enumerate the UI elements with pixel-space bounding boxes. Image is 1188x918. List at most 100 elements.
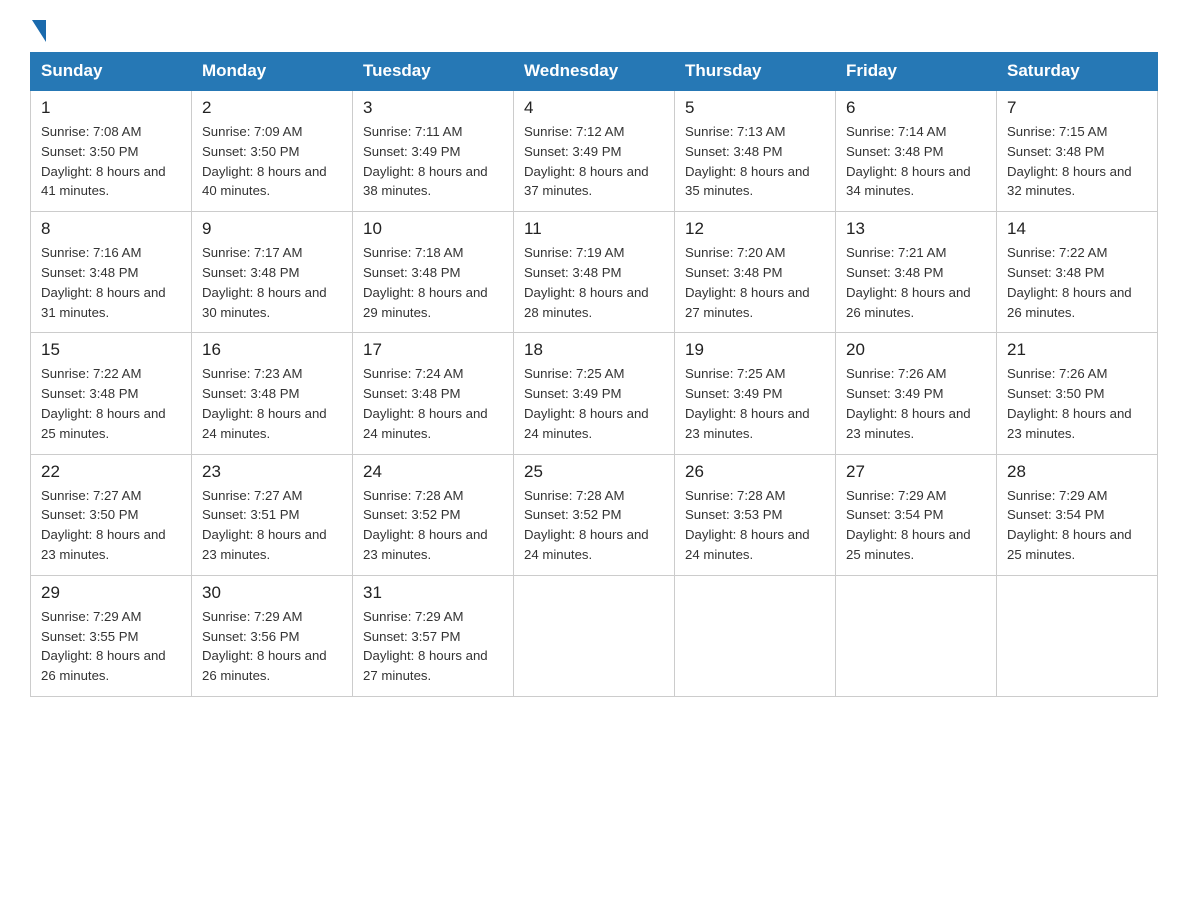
calendar-cell: 9 Sunrise: 7:17 AMSunset: 3:48 PMDayligh… (192, 212, 353, 333)
day-number: 27 (846, 462, 986, 482)
day-info: Sunrise: 7:27 AMSunset: 3:50 PMDaylight:… (41, 488, 166, 562)
calendar-cell: 6 Sunrise: 7:14 AMSunset: 3:48 PMDayligh… (836, 90, 997, 212)
day-info: Sunrise: 7:11 AMSunset: 3:49 PMDaylight:… (363, 124, 488, 198)
calendar-cell (836, 575, 997, 696)
calendar-cell: 25 Sunrise: 7:28 AMSunset: 3:52 PMDaylig… (514, 454, 675, 575)
day-info: Sunrise: 7:16 AMSunset: 3:48 PMDaylight:… (41, 245, 166, 319)
day-info: Sunrise: 7:18 AMSunset: 3:48 PMDaylight:… (363, 245, 488, 319)
calendar-cell (514, 575, 675, 696)
calendar-week-row: 29 Sunrise: 7:29 AMSunset: 3:55 PMDaylig… (31, 575, 1158, 696)
day-info: Sunrise: 7:27 AMSunset: 3:51 PMDaylight:… (202, 488, 327, 562)
calendar-table: SundayMondayTuesdayWednesdayThursdayFrid… (30, 52, 1158, 697)
calendar-header-friday: Friday (836, 53, 997, 91)
calendar-cell: 5 Sunrise: 7:13 AMSunset: 3:48 PMDayligh… (675, 90, 836, 212)
day-number: 22 (41, 462, 181, 482)
day-number: 19 (685, 340, 825, 360)
calendar-cell: 27 Sunrise: 7:29 AMSunset: 3:54 PMDaylig… (836, 454, 997, 575)
calendar-cell: 19 Sunrise: 7:25 AMSunset: 3:49 PMDaylig… (675, 333, 836, 454)
calendar-header-tuesday: Tuesday (353, 53, 514, 91)
day-info: Sunrise: 7:29 AMSunset: 3:54 PMDaylight:… (846, 488, 971, 562)
calendar-header-monday: Monday (192, 53, 353, 91)
calendar-cell: 12 Sunrise: 7:20 AMSunset: 3:48 PMDaylig… (675, 212, 836, 333)
day-number: 1 (41, 98, 181, 118)
day-number: 5 (685, 98, 825, 118)
day-info: Sunrise: 7:13 AMSunset: 3:48 PMDaylight:… (685, 124, 810, 198)
day-info: Sunrise: 7:21 AMSunset: 3:48 PMDaylight:… (846, 245, 971, 319)
day-info: Sunrise: 7:23 AMSunset: 3:48 PMDaylight:… (202, 366, 327, 440)
day-number: 9 (202, 219, 342, 239)
calendar-cell: 31 Sunrise: 7:29 AMSunset: 3:57 PMDaylig… (353, 575, 514, 696)
day-number: 13 (846, 219, 986, 239)
day-info: Sunrise: 7:25 AMSunset: 3:49 PMDaylight:… (524, 366, 649, 440)
day-number: 28 (1007, 462, 1147, 482)
calendar-cell: 24 Sunrise: 7:28 AMSunset: 3:52 PMDaylig… (353, 454, 514, 575)
day-info: Sunrise: 7:22 AMSunset: 3:48 PMDaylight:… (1007, 245, 1132, 319)
calendar-cell: 7 Sunrise: 7:15 AMSunset: 3:48 PMDayligh… (997, 90, 1158, 212)
day-info: Sunrise: 7:15 AMSunset: 3:48 PMDaylight:… (1007, 124, 1132, 198)
day-info: Sunrise: 7:14 AMSunset: 3:48 PMDaylight:… (846, 124, 971, 198)
day-number: 7 (1007, 98, 1147, 118)
day-info: Sunrise: 7:22 AMSunset: 3:48 PMDaylight:… (41, 366, 166, 440)
calendar-cell: 29 Sunrise: 7:29 AMSunset: 3:55 PMDaylig… (31, 575, 192, 696)
calendar-cell: 26 Sunrise: 7:28 AMSunset: 3:53 PMDaylig… (675, 454, 836, 575)
day-number: 24 (363, 462, 503, 482)
calendar-cell: 18 Sunrise: 7:25 AMSunset: 3:49 PMDaylig… (514, 333, 675, 454)
calendar-cell: 14 Sunrise: 7:22 AMSunset: 3:48 PMDaylig… (997, 212, 1158, 333)
calendar-cell: 11 Sunrise: 7:19 AMSunset: 3:48 PMDaylig… (514, 212, 675, 333)
day-number: 16 (202, 340, 342, 360)
day-number: 11 (524, 219, 664, 239)
day-number: 3 (363, 98, 503, 118)
day-info: Sunrise: 7:29 AMSunset: 3:55 PMDaylight:… (41, 609, 166, 683)
calendar-header-wednesday: Wednesday (514, 53, 675, 91)
calendar-cell: 4 Sunrise: 7:12 AMSunset: 3:49 PMDayligh… (514, 90, 675, 212)
day-info: Sunrise: 7:25 AMSunset: 3:49 PMDaylight:… (685, 366, 810, 440)
day-number: 12 (685, 219, 825, 239)
day-info: Sunrise: 7:20 AMSunset: 3:48 PMDaylight:… (685, 245, 810, 319)
logo (30, 20, 46, 42)
calendar-cell: 20 Sunrise: 7:26 AMSunset: 3:49 PMDaylig… (836, 333, 997, 454)
day-number: 23 (202, 462, 342, 482)
page-header (30, 20, 1158, 42)
calendar-cell: 30 Sunrise: 7:29 AMSunset: 3:56 PMDaylig… (192, 575, 353, 696)
day-info: Sunrise: 7:29 AMSunset: 3:57 PMDaylight:… (363, 609, 488, 683)
day-info: Sunrise: 7:28 AMSunset: 3:52 PMDaylight:… (524, 488, 649, 562)
day-number: 31 (363, 583, 503, 603)
day-info: Sunrise: 7:12 AMSunset: 3:49 PMDaylight:… (524, 124, 649, 198)
calendar-cell: 3 Sunrise: 7:11 AMSunset: 3:49 PMDayligh… (353, 90, 514, 212)
day-number: 14 (1007, 219, 1147, 239)
calendar-cell: 2 Sunrise: 7:09 AMSunset: 3:50 PMDayligh… (192, 90, 353, 212)
logo-triangle-icon (32, 20, 46, 42)
day-number: 26 (685, 462, 825, 482)
day-info: Sunrise: 7:26 AMSunset: 3:50 PMDaylight:… (1007, 366, 1132, 440)
day-info: Sunrise: 7:29 AMSunset: 3:56 PMDaylight:… (202, 609, 327, 683)
day-number: 18 (524, 340, 664, 360)
calendar-cell (675, 575, 836, 696)
day-number: 30 (202, 583, 342, 603)
day-info: Sunrise: 7:08 AMSunset: 3:50 PMDaylight:… (41, 124, 166, 198)
day-info: Sunrise: 7:26 AMSunset: 3:49 PMDaylight:… (846, 366, 971, 440)
day-number: 17 (363, 340, 503, 360)
day-number: 8 (41, 219, 181, 239)
calendar-cell: 10 Sunrise: 7:18 AMSunset: 3:48 PMDaylig… (353, 212, 514, 333)
calendar-cell: 28 Sunrise: 7:29 AMSunset: 3:54 PMDaylig… (997, 454, 1158, 575)
day-number: 21 (1007, 340, 1147, 360)
day-number: 20 (846, 340, 986, 360)
calendar-cell (997, 575, 1158, 696)
calendar-cell: 13 Sunrise: 7:21 AMSunset: 3:48 PMDaylig… (836, 212, 997, 333)
calendar-cell: 15 Sunrise: 7:22 AMSunset: 3:48 PMDaylig… (31, 333, 192, 454)
calendar-cell: 21 Sunrise: 7:26 AMSunset: 3:50 PMDaylig… (997, 333, 1158, 454)
day-number: 2 (202, 98, 342, 118)
day-info: Sunrise: 7:19 AMSunset: 3:48 PMDaylight:… (524, 245, 649, 319)
calendar-header-row: SundayMondayTuesdayWednesdayThursdayFrid… (31, 53, 1158, 91)
day-number: 4 (524, 98, 664, 118)
calendar-week-row: 22 Sunrise: 7:27 AMSunset: 3:50 PMDaylig… (31, 454, 1158, 575)
calendar-cell: 22 Sunrise: 7:27 AMSunset: 3:50 PMDaylig… (31, 454, 192, 575)
calendar-header-saturday: Saturday (997, 53, 1158, 91)
day-number: 29 (41, 583, 181, 603)
calendar-cell: 16 Sunrise: 7:23 AMSunset: 3:48 PMDaylig… (192, 333, 353, 454)
day-info: Sunrise: 7:09 AMSunset: 3:50 PMDaylight:… (202, 124, 327, 198)
calendar-header-thursday: Thursday (675, 53, 836, 91)
calendar-cell: 8 Sunrise: 7:16 AMSunset: 3:48 PMDayligh… (31, 212, 192, 333)
day-info: Sunrise: 7:28 AMSunset: 3:52 PMDaylight:… (363, 488, 488, 562)
day-info: Sunrise: 7:17 AMSunset: 3:48 PMDaylight:… (202, 245, 327, 319)
